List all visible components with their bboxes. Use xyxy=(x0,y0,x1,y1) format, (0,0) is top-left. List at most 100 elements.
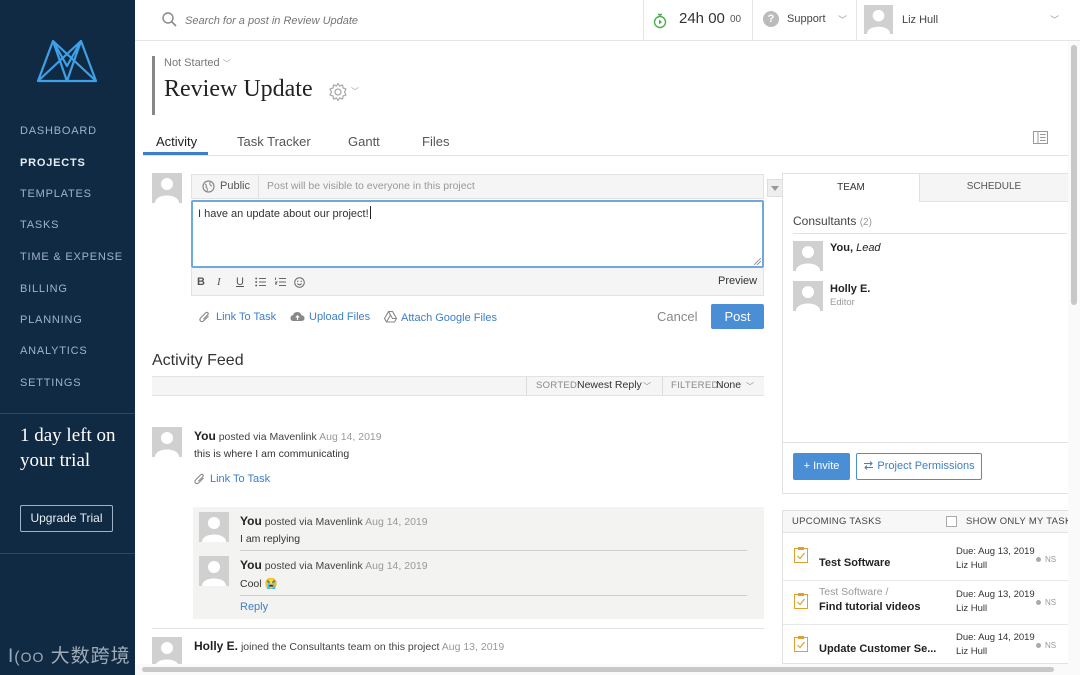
nav-settings[interactable]: SETTINGS xyxy=(20,377,81,389)
status-dot xyxy=(1036,643,1041,648)
feed-title: Activity Feed xyxy=(152,352,244,369)
link-to-task-button[interactable]: Link To Task xyxy=(216,311,276,323)
timer-display[interactable]: 24h 00 xyxy=(679,10,725,27)
activity-joined: Holly E. joined the Consultants team on … xyxy=(194,639,505,653)
chevron-down-icon[interactable]: ﹀ xyxy=(838,13,847,26)
upgrade-trial-button[interactable]: Upgrade Trial xyxy=(20,505,113,532)
task-link[interactable]: Find tutorial videos xyxy=(819,601,920,613)
italic-button[interactable]: I xyxy=(217,276,221,288)
sort-dropdown[interactable]: Newest Reply xyxy=(577,379,642,391)
visibility-selector[interactable]: Public xyxy=(220,180,250,192)
nav-time-expense[interactable]: TIME & EXPENSE xyxy=(20,251,123,263)
reply-button[interactable]: Reply xyxy=(240,601,268,613)
activity-author[interactable]: Holly E. xyxy=(194,639,238,653)
team-member[interactable]: You, Lead xyxy=(830,242,881,254)
task-assignee: Liz Hull xyxy=(956,646,988,657)
project-permissions-button[interactable]: Project Permissions xyxy=(856,453,982,480)
chevron-down-icon[interactable]: ﹀ xyxy=(1050,13,1059,26)
reply-body: Cool 😭 xyxy=(240,578,278,590)
timer-seconds: 00 xyxy=(730,14,742,25)
paperclip-icon xyxy=(194,473,204,485)
gear-icon[interactable] xyxy=(328,82,348,102)
vertical-scrollbar-thumb[interactable] xyxy=(1071,45,1077,305)
visibility-hint: Post will be visible to everyone in this… xyxy=(267,180,475,192)
show-only-my-tasks-label[interactable]: SHOW ONLY MY TASKS xyxy=(966,516,1078,527)
swap-icon xyxy=(864,461,874,470)
post-author[interactable]: You xyxy=(194,429,216,443)
tab-team[interactable]: TEAM xyxy=(783,174,919,202)
support-menu[interactable]: Support xyxy=(787,13,826,25)
member-role: Editor xyxy=(830,297,855,308)
page-title: Review Update xyxy=(164,76,313,102)
composer-options-dropdown[interactable] xyxy=(767,179,783,197)
invite-button[interactable]: + Invite xyxy=(793,453,850,480)
user-menu[interactable]: Liz Hull xyxy=(902,14,938,26)
task-due-date: Due: Aug 13, 2019 xyxy=(956,589,1035,600)
cancel-button[interactable]: Cancel xyxy=(657,309,697,324)
post-textarea[interactable]: I have an update about our project! xyxy=(191,200,764,268)
divider xyxy=(662,377,663,395)
bulleted-list-icon[interactable] xyxy=(255,277,266,287)
divider xyxy=(783,580,1068,581)
divider xyxy=(782,442,1068,443)
task-icon xyxy=(794,593,808,609)
tab-files[interactable]: Files xyxy=(422,134,449,149)
task-assignee: Liz Hull xyxy=(956,560,988,571)
team-group-label: Consultants (2) xyxy=(793,214,872,228)
nav-planning[interactable]: PLANNING xyxy=(20,314,83,326)
mavenlink-logo[interactable] xyxy=(36,38,98,84)
horizontal-scrollbar-thumb[interactable] xyxy=(142,667,1054,672)
chevron-down-icon[interactable]: ﹀ xyxy=(351,86,359,97)
bold-button[interactable]: B xyxy=(197,276,205,288)
reply-author[interactable]: You xyxy=(240,514,262,528)
nav-templates[interactable]: TEMPLATES xyxy=(20,188,92,200)
project-status-dropdown[interactable]: Not Started ﹀ xyxy=(164,57,231,69)
task-status: NS xyxy=(1045,598,1057,607)
link-to-task-button[interactable]: Link To Task xyxy=(210,473,270,485)
divider xyxy=(143,155,1068,156)
sorted-label: SORTED: xyxy=(536,380,581,391)
reply-header: You posted via Mavenlink Aug 14, 2019 xyxy=(240,558,428,572)
upload-files-button[interactable]: Upload Files xyxy=(309,311,370,323)
tab-task-tracker[interactable]: Task Tracker xyxy=(237,134,311,149)
attach-google-files-button[interactable]: Attach Google Files xyxy=(401,312,497,324)
post-button[interactable]: Post xyxy=(711,304,764,329)
user-avatar[interactable] xyxy=(864,5,893,34)
task-link[interactable]: Update Customer Se... xyxy=(819,643,936,655)
avatar xyxy=(793,281,823,311)
chevron-down-icon[interactable]: ﹀ xyxy=(643,381,651,392)
search-icon xyxy=(162,12,177,27)
tab-schedule[interactable]: SCHEDULE xyxy=(919,174,1068,202)
divider xyxy=(752,0,753,41)
team-member[interactable]: Holly E. xyxy=(830,283,870,295)
nav-projects[interactable]: PROJECTS xyxy=(20,157,86,169)
task-parent-link[interactable]: Test Software / xyxy=(819,586,888,598)
avatar xyxy=(199,556,229,586)
nav-tasks[interactable]: TASKS xyxy=(20,219,59,231)
globe-icon xyxy=(202,180,215,193)
numbered-list-icon[interactable] xyxy=(275,277,286,287)
tab-activity[interactable]: Activity xyxy=(156,134,197,149)
preview-button[interactable]: Preview xyxy=(718,275,757,287)
emoji-icon[interactable] xyxy=(294,277,305,288)
upcoming-tasks-title: UPCOMING TASKS xyxy=(792,516,882,527)
help-icon[interactable]: ? xyxy=(763,11,779,27)
status-dot xyxy=(1036,557,1041,562)
panel-toggle-icon[interactable] xyxy=(1033,131,1048,144)
nav-dashboard[interactable]: DASHBOARD xyxy=(20,125,97,137)
task-link[interactable]: Test Software xyxy=(819,557,890,569)
paperclip-icon xyxy=(199,311,209,323)
show-only-my-tasks-checkbox[interactable] xyxy=(946,516,957,527)
nav-billing[interactable]: BILLING xyxy=(20,283,68,295)
stopwatch-icon[interactable] xyxy=(653,13,667,29)
chevron-down-icon[interactable]: ﹀ xyxy=(746,381,754,392)
search-input[interactable] xyxy=(185,12,485,30)
reply-author[interactable]: You xyxy=(240,558,262,572)
tab-gantt[interactable]: Gantt xyxy=(348,134,380,149)
avatar xyxy=(152,427,182,457)
filter-dropdown[interactable]: None xyxy=(716,379,741,391)
underline-button[interactable]: U xyxy=(236,276,244,288)
task-icon xyxy=(794,636,808,652)
cloud-upload-icon xyxy=(290,312,305,321)
nav-analytics[interactable]: ANALYTICS xyxy=(20,345,88,357)
